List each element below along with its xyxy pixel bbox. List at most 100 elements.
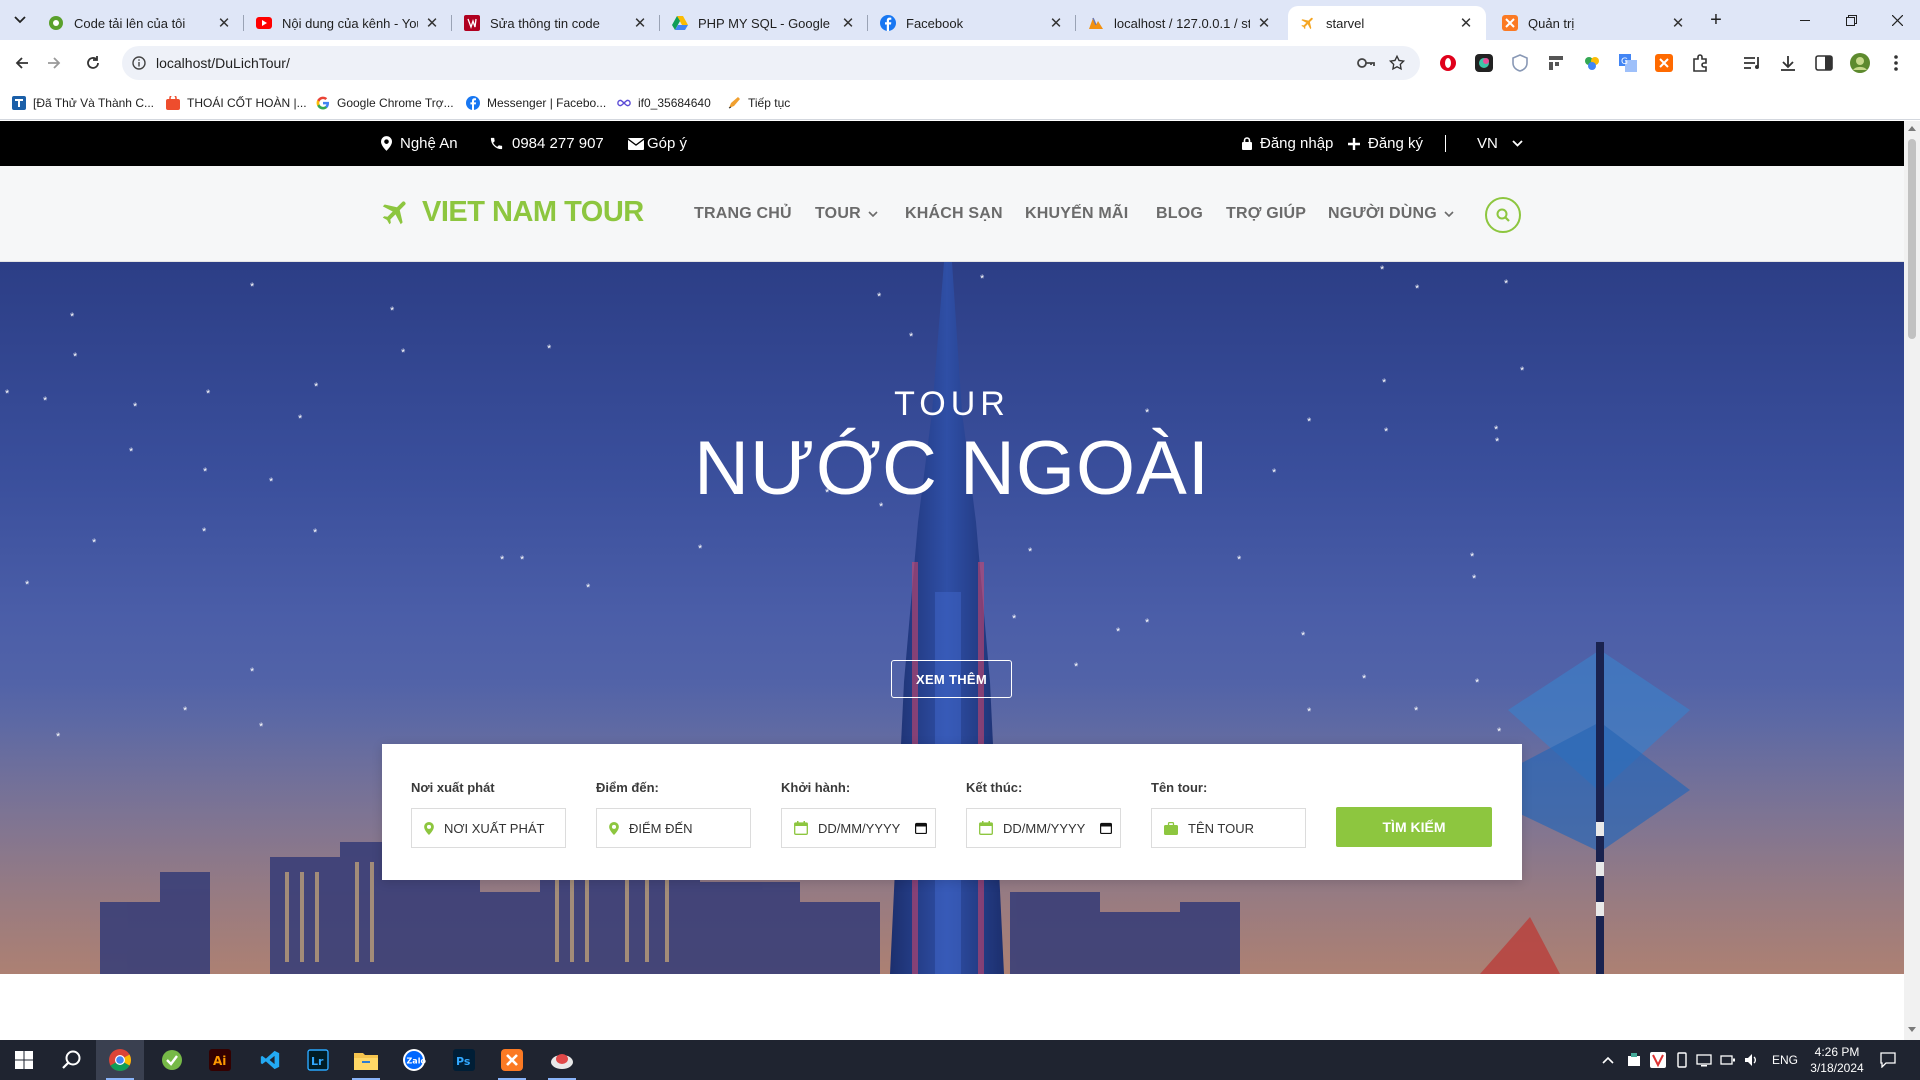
close-icon[interactable]: ✕ <box>1048 15 1064 32</box>
tour-name-input[interactable]: TÊN TOUR <box>1151 808 1306 848</box>
address-bar[interactable]: localhost/DuLichTour/ <box>122 46 1420 80</box>
zalo-taskbar-icon[interactable]: Zalo <box>390 1040 438 1080</box>
start-date-field: Khởi hành: DD/MM/YYYY <box>781 780 936 848</box>
close-icon[interactable]: ✕ <box>1670 15 1686 32</box>
lightroom-taskbar-icon[interactable]: Lr <box>294 1040 342 1080</box>
tray-v-app-icon[interactable] <box>1650 1040 1666 1080</box>
browser-tab[interactable]: localhost / 127.0.0.1 / starvel ✕ <box>1076 6 1284 40</box>
start-button[interactable] <box>0 1040 48 1080</box>
browser-tab[interactable]: PHP MY SQL - Google Drive ✕ <box>660 6 868 40</box>
cloud-app-taskbar-icon[interactable] <box>538 1040 586 1080</box>
new-tab-button[interactable]: + <box>1704 8 1728 32</box>
minimize-button[interactable] <box>1782 0 1828 40</box>
nav-user[interactable]: NGƯỜI DÙNG <box>1328 166 1454 262</box>
forward-button[interactable] <box>40 49 68 77</box>
browser-tab[interactable]: Facebook ✕ <box>868 6 1076 40</box>
tray-clock[interactable]: 4:26 PM 3/18/2024 <box>1806 1040 1868 1080</box>
page-scrollbar[interactable] <box>1904 121 1920 1040</box>
opera-extension-icon[interactable] <box>1438 53 1458 73</box>
snowflake: * <box>202 526 207 538</box>
feedback-link[interactable]: Góp ý <box>628 121 687 166</box>
phone-link[interactable]: 0984 277 907 <box>489 121 604 166</box>
grid-extension-icon[interactable] <box>1546 53 1566 73</box>
reading-list-icon[interactable] <box>1742 53 1762 73</box>
tray-usb-icon[interactable] <box>1676 1040 1688 1080</box>
register-link[interactable]: Đăng ký <box>1348 121 1423 166</box>
browser-tab[interactable]: Nội dung của kênh - YouTube ✕ <box>244 6 452 40</box>
bookmark-item[interactable]: Google Chrome Trợ... <box>316 86 454 120</box>
restore-button[interactable] <box>1828 0 1874 40</box>
location-link[interactable]: Nghệ An <box>381 121 458 166</box>
tray-battery-icon[interactable] <box>1720 1040 1736 1080</box>
close-window-button[interactable] <box>1874 0 1920 40</box>
snowflake: * <box>1307 416 1312 428</box>
green-app-taskbar-icon[interactable] <box>148 1040 196 1080</box>
bookmark-item[interactable]: Tiếp tục <box>727 86 790 120</box>
site-info-icon[interactable] <box>132 56 146 70</box>
tray-wifi-icon[interactable] <box>1696 1040 1712 1080</box>
language-select[interactable]: VN <box>1477 121 1523 166</box>
puzzle-extensions-icon[interactable] <box>1690 53 1710 73</box>
bookmark-item[interactable]: Messenger | Facebo... <box>466 86 606 120</box>
nav-promotion[interactable]: KHUYẾN MÃI <box>1025 166 1128 262</box>
vscode-taskbar-icon[interactable] <box>246 1040 294 1080</box>
orange-extension-icon[interactable] <box>1654 53 1674 73</box>
close-icon[interactable]: ✕ <box>840 15 856 32</box>
site-logo[interactable]: VIET NAM TOUR <box>380 194 644 230</box>
multicolor-extension-icon[interactable] <box>1582 53 1602 73</box>
nav-tour[interactable]: TOUR <box>815 166 878 262</box>
close-icon[interactable]: ✕ <box>424 15 440 32</box>
browser-tab[interactable]: Code tải lên của tôi ✕ <box>36 6 244 40</box>
departure-input[interactable]: NƠI XUẤT PHÁT <box>411 808 566 848</box>
nav-blog[interactable]: BLOG <box>1156 166 1203 262</box>
close-icon[interactable]: ✕ <box>1458 15 1474 32</box>
bookmark-item[interactable]: if0_35684640 <box>617 86 711 120</box>
tray-network-app-icon[interactable] <box>1626 1040 1642 1080</box>
close-icon[interactable]: ✕ <box>632 15 648 32</box>
translate-extension-icon[interactable]: G <box>1618 53 1638 73</box>
bookmark-star-icon[interactable] <box>1388 54 1406 72</box>
color-extension-icon[interactable] <box>1474 53 1494 73</box>
view-more-button[interactable]: XEM THÊM <box>891 660 1012 698</box>
browser-tab-strip: Code tải lên của tôi ✕ Nội dung của kênh… <box>0 0 1920 40</box>
profile-avatar[interactable] <box>1850 53 1870 73</box>
login-link[interactable]: Đăng nhập <box>1242 121 1333 166</box>
illustrator-taskbar-icon[interactable]: Ai <box>196 1040 244 1080</box>
taskbar-search-icon[interactable] <box>48 1040 96 1080</box>
chrome-taskbar-icon[interactable] <box>96 1040 144 1080</box>
tab-search-icon[interactable] <box>8 8 32 32</box>
file-explorer-taskbar-icon[interactable] <box>342 1040 390 1080</box>
close-icon[interactable]: ✕ <box>216 15 232 32</box>
xampp-taskbar-icon[interactable] <box>488 1040 536 1080</box>
search-submit-button[interactable]: TÌM KIẾM <box>1336 807 1492 847</box>
destination-input[interactable]: ĐIỂM ĐẾN <box>596 808 751 848</box>
snowflake: * <box>909 331 914 343</box>
bookmark-item[interactable]: THOÁI CỐT HOÀN |... <box>166 86 307 120</box>
scrollbar-thumb[interactable] <box>1908 139 1916 339</box>
bookmark-item[interactable]: [Đã Thử Và Thành C... <box>12 86 154 120</box>
password-key-icon[interactable] <box>1356 54 1376 72</box>
shield-extension-icon[interactable] <box>1510 53 1530 73</box>
close-icon[interactable]: ✕ <box>1256 15 1272 32</box>
photoshop-taskbar-icon[interactable]: Ps <box>440 1040 488 1080</box>
search-button[interactable] <box>1485 197 1521 233</box>
tray-language[interactable]: ENG <box>1772 1040 1798 1080</box>
more-menu-icon[interactable] <box>1886 53 1906 73</box>
reload-button[interactable] <box>79 49 107 77</box>
nav-hotel[interactable]: KHÁCH SẠN <box>905 166 1003 262</box>
side-panel-icon[interactable] <box>1814 53 1834 73</box>
tray-volume-icon[interactable] <box>1744 1040 1760 1080</box>
start-date-input[interactable]: DD/MM/YYYY <box>781 808 936 848</box>
end-date-input[interactable]: DD/MM/YYYY <box>966 808 1121 848</box>
browser-tab-active[interactable]: starvel ✕ <box>1288 6 1486 40</box>
tray-overflow-icon[interactable] <box>1602 1040 1614 1080</box>
date-picker-icon[interactable] <box>915 822 927 834</box>
back-button[interactable] <box>8 49 36 77</box>
date-picker-icon[interactable] <box>1100 822 1112 834</box>
nav-help[interactable]: TRỢ GIÚP <box>1226 166 1306 262</box>
notification-icon[interactable] <box>1880 1040 1896 1080</box>
nav-home[interactable]: TRANG CHỦ <box>694 166 792 262</box>
browser-tab[interactable]: Sửa thông tin code ✕ <box>452 6 660 40</box>
download-icon[interactable] <box>1778 53 1798 73</box>
browser-tab[interactable]: Quản trị ✕ <box>1490 6 1698 40</box>
